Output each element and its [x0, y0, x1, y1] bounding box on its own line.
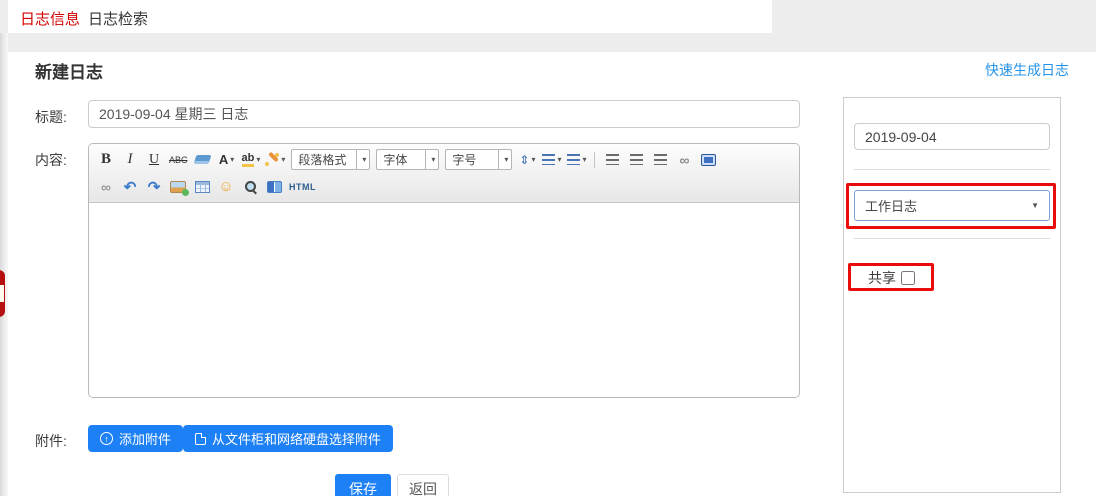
align-left-icon	[606, 154, 619, 165]
ordered-list-icon	[542, 154, 555, 165]
toolbar-row-2: ∞ ↶ ↷ ☺ HTML	[95, 173, 793, 200]
underline-button[interactable]: U	[143, 149, 165, 171]
magic-wand-icon	[266, 153, 279, 166]
unlink-button[interactable]: ∞	[95, 176, 117, 198]
dropdown-arrow: ▾	[498, 150, 511, 169]
chevron-down-icon: ▾	[431, 155, 435, 164]
add-attachment-label: 添加附件	[119, 429, 171, 448]
chevron-down-icon: ▾	[582, 155, 586, 164]
eraser-button[interactable]	[192, 149, 214, 171]
monitor-icon	[701, 154, 716, 166]
select-from-cabinet-label: 从文件柜和网络硬盘选择附件	[212, 429, 381, 448]
line-height-icon: ⇕	[519, 153, 529, 167]
rich-text-editor: B I U ABC A ▾ ab ▾ ▾	[88, 143, 800, 398]
ordered-list-button[interactable]: ▾	[540, 149, 563, 171]
image-icon	[170, 181, 186, 193]
side-floating-widget-inner	[0, 285, 4, 302]
align-right-button[interactable]	[649, 149, 671, 171]
file-icon	[195, 433, 206, 445]
insert-link-button[interactable]: ∞	[673, 149, 695, 171]
share-row: 共享	[868, 268, 915, 288]
date-input[interactable]	[854, 123, 1050, 150]
content-label: 内容:	[35, 150, 67, 170]
font-color-button[interactable]: A ▾	[216, 149, 238, 171]
split-panel-icon	[267, 181, 282, 193]
table-icon	[195, 181, 210, 193]
chevron-down-icon: ▾	[557, 155, 561, 164]
tab-bar: 日志信息 日志检索	[8, 0, 772, 33]
chevron-down-icon: ▾	[531, 155, 535, 164]
save-button[interactable]: 保存	[335, 474, 391, 496]
line-height-button[interactable]: ⇕ ▾	[516, 149, 538, 171]
html-source-button[interactable]: HTML	[287, 176, 318, 198]
chevron-down-icon: ▾	[504, 155, 508, 164]
align-center-icon	[630, 154, 643, 165]
paragraph-format-dropdown[interactable]: 段落格式 ▾	[291, 149, 370, 170]
font-size-dropdown[interactable]: 字号 ▾	[445, 149, 512, 170]
journal-options-panel: 工作日志 ▼ 共享	[843, 97, 1061, 493]
toolbar-separator	[594, 152, 595, 168]
bullet-list-button[interactable]: ▾	[565, 149, 588, 171]
attachment-label: 附件:	[35, 431, 67, 451]
add-attachment-button[interactable]: ↑ 添加附件	[88, 425, 183, 452]
italic-button[interactable]: I	[119, 149, 141, 171]
align-center-button[interactable]	[625, 149, 647, 171]
highlight-icon: ab	[242, 152, 255, 167]
page-title: 新建日志	[35, 58, 103, 83]
select-from-cabinet-button[interactable]: 从文件柜和网络硬盘选择附件	[183, 425, 393, 452]
undo-button[interactable]: ↶	[119, 176, 141, 198]
chevron-down-icon: ▾	[256, 155, 260, 164]
font-family-label: 字体	[377, 151, 425, 168]
redo-button[interactable]: ↷	[143, 176, 165, 198]
title-label: 标题:	[35, 107, 67, 127]
panel-divider	[854, 169, 1050, 170]
font-size-label: 字号	[446, 151, 498, 168]
fullscreen-button[interactable]	[697, 149, 719, 171]
panel-divider	[854, 238, 1050, 239]
emoticon-button[interactable]: ☺	[215, 176, 237, 198]
share-label: 共享	[868, 268, 896, 288]
share-checkbox[interactable]	[901, 271, 915, 285]
editor-content-area[interactable]	[89, 203, 799, 398]
highlight-button[interactable]: ab ▾	[240, 149, 263, 171]
select-arrow-icon: ▼	[1031, 201, 1049, 210]
paragraph-format-label: 段落格式	[292, 151, 356, 168]
chevron-down-icon: ▾	[362, 155, 366, 164]
bullet-list-icon	[567, 154, 580, 165]
quick-generate-link[interactable]: 快速生成日志	[985, 60, 1069, 80]
tab-journal-info[interactable]: 日志信息	[20, 8, 80, 29]
cloud-upload-icon: ↑	[100, 432, 113, 445]
tab-journal-search[interactable]: 日志检索	[88, 8, 148, 29]
side-floating-widget[interactable]	[0, 270, 5, 317]
bold-button[interactable]: B	[95, 149, 117, 171]
journal-page: 日志信息 日志检索 新建日志 快速生成日志 标题: 内容: B I U ABC …	[0, 0, 1096, 496]
title-input[interactable]	[88, 100, 800, 128]
font-color-icon: A	[219, 152, 228, 167]
journal-type-select[interactable]: 工作日志 ▼	[854, 190, 1050, 221]
journal-type-value: 工作日志	[855, 196, 1031, 215]
eraser-icon	[194, 155, 212, 164]
strikethrough-button[interactable]: ABC	[167, 149, 190, 171]
insert-image-button[interactable]	[167, 176, 189, 198]
editor-toolbar: B I U ABC A ▾ ab ▾ ▾	[89, 144, 799, 203]
preview-button[interactable]	[239, 176, 261, 198]
chevron-down-icon: ▾	[281, 155, 285, 164]
font-family-dropdown[interactable]: 字体 ▾	[376, 149, 439, 170]
align-left-button[interactable]	[601, 149, 623, 171]
toolbar-row-1: B I U ABC A ▾ ab ▾ ▾	[95, 146, 793, 173]
split-view-button[interactable]	[263, 176, 285, 198]
main-content: 新建日志 快速生成日志 标题: 内容: B I U ABC A ▾	[8, 52, 1096, 496]
align-right-icon	[654, 154, 667, 165]
dropdown-arrow: ▾	[425, 150, 438, 169]
magnifier-icon	[244, 180, 257, 193]
left-edge-strip	[0, 33, 8, 496]
back-button[interactable]: 返回	[397, 474, 449, 496]
insert-table-button[interactable]	[191, 176, 213, 198]
chevron-down-icon: ▾	[230, 155, 234, 164]
dropdown-arrow: ▾	[356, 150, 369, 169]
magic-wand-button[interactable]: ▾	[264, 149, 287, 171]
